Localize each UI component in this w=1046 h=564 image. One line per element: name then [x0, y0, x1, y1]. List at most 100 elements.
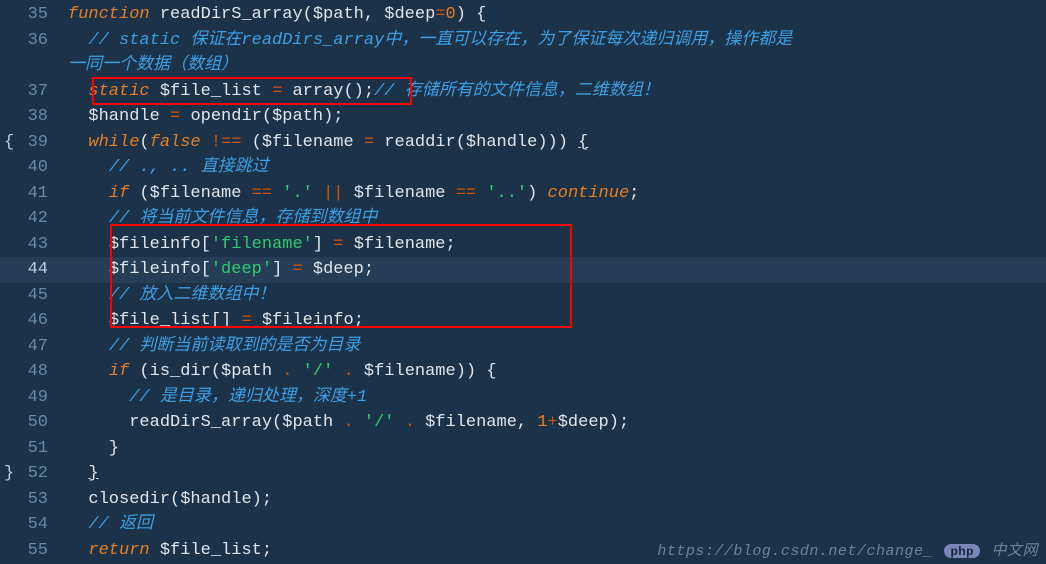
- punct-token: [68, 413, 129, 432]
- code-line[interactable]: function readDirS_array($path, $deep=0) …: [58, 2, 1046, 28]
- punct-token: [272, 362, 282, 381]
- code-area[interactable]: function readDirS_array($path, $deep=0) …: [58, 0, 1046, 564]
- punct-token: [282, 82, 292, 101]
- punct-token: [68, 311, 109, 330]
- code-line[interactable]: 一同一个数据（数组）: [58, 53, 1046, 79]
- code-line[interactable]: // 判断当前读取到的是否为目录: [58, 334, 1046, 360]
- code-line[interactable]: }: [58, 436, 1046, 462]
- func-token: readDirS_array: [160, 5, 303, 24]
- code-line[interactable]: }: [58, 461, 1046, 487]
- line-number: 36: [0, 28, 58, 54]
- punct-token: [343, 235, 353, 254]
- code-line[interactable]: // static 保证在readDirs_array中，一直可以存在，为了保证…: [58, 28, 1046, 54]
- string-token: '..': [486, 184, 527, 203]
- code-line[interactable]: closedir($handle);: [58, 487, 1046, 513]
- comment-token: // static 保证在readDirs_array中，一直可以存在，为了保证…: [88, 31, 792, 50]
- punct-token: [: [201, 260, 211, 279]
- punct-token: [150, 541, 160, 560]
- code-line[interactable]: readDirS_array($path . '/' . $filename, …: [58, 410, 1046, 436]
- var-token: $file_list: [109, 311, 211, 330]
- punct-token: [68, 388, 129, 407]
- punct-token: [68, 286, 109, 305]
- code-line[interactable]: $fileinfo['deep'] = $deep;: [58, 257, 1046, 283]
- punct-token: [262, 82, 272, 101]
- punct-token: [415, 413, 425, 432]
- string-token: '.': [282, 184, 313, 203]
- punct-token: ;: [446, 235, 456, 254]
- punct-token: );: [609, 413, 629, 432]
- op-token: =: [435, 5, 445, 24]
- op-token: .: [343, 413, 353, 432]
- comment-token: // 将当前文件信息，存储到数组中: [109, 209, 378, 228]
- punct-token: ): [527, 184, 547, 203]
- punct-token: [68, 158, 109, 177]
- code-line[interactable]: // 是目录，递归处理，深度+1: [58, 385, 1046, 411]
- code-editor[interactable]: 3536 373839{40414243444546474849505152}5…: [0, 0, 1046, 564]
- comment-token: // 判断当前读取到的是否为目录: [109, 337, 361, 356]
- punct-token: ]: [313, 235, 333, 254]
- op-token: =: [333, 235, 343, 254]
- comment-token: // 是目录，递归处理，深度+1: [129, 388, 367, 407]
- code-line[interactable]: return $file_list;: [58, 538, 1046, 564]
- num-token: 1: [537, 413, 547, 432]
- punct-token: [272, 184, 282, 203]
- line-number: [0, 53, 58, 79]
- line-number: 42: [0, 206, 58, 232]
- punct-token: [160, 107, 170, 126]
- comment-token: // 返回: [88, 515, 153, 534]
- punct-token: [303, 260, 313, 279]
- keyword-token: static: [88, 82, 149, 101]
- punct-token: ;: [364, 260, 374, 279]
- var-token: $filename: [425, 413, 517, 432]
- punct-token: [313, 184, 323, 203]
- op-token: .: [282, 362, 292, 381]
- punct-token: (: [139, 133, 149, 152]
- op-token: =: [241, 311, 251, 330]
- var-token: $handle: [180, 490, 251, 509]
- code-line[interactable]: while(false !== ($filename = readdir($ha…: [58, 130, 1046, 156]
- string-token: '/': [303, 362, 334, 381]
- string-token: 'deep': [211, 260, 272, 279]
- line-number: 48: [0, 359, 58, 385]
- punct-token: [68, 362, 109, 381]
- var-token: $filename: [364, 362, 456, 381]
- code-line[interactable]: // ., .. 直接跳过: [58, 155, 1046, 181]
- var-token: $deep: [384, 5, 435, 24]
- punct-token: [68, 107, 88, 126]
- code-line[interactable]: if ($filename == '.' || $filename == '..…: [58, 181, 1046, 207]
- punct-token: []: [211, 311, 242, 330]
- code-line[interactable]: // 返回: [58, 512, 1046, 538]
- comment-token: // 放入二维数组中！: [109, 286, 276, 305]
- punct-token: (: [211, 362, 221, 381]
- keyword-token: if: [109, 184, 129, 203]
- var-token: $file_list: [160, 541, 262, 560]
- comment-token: // 存储所有的文件信息，二维数组！: [374, 82, 660, 101]
- punct-token: [68, 490, 88, 509]
- code-line[interactable]: if (is_dir($path . '/' . $filename)) {: [58, 359, 1046, 385]
- keyword-token: return: [88, 541, 149, 560]
- punct-token: [354, 362, 364, 381]
- op-token: ||: [323, 184, 343, 203]
- punct-token: [333, 362, 343, 381]
- code-line[interactable]: static $file_list = array();// 存储所有的文件信息…: [58, 79, 1046, 105]
- code-line[interactable]: $fileinfo['filename'] = $filename;: [58, 232, 1046, 258]
- line-number: 51: [0, 436, 58, 462]
- var-token: $path: [313, 5, 364, 24]
- string-token: '/': [364, 413, 395, 432]
- op-token: .: [343, 362, 353, 381]
- code-line[interactable]: $handle = opendir($path);: [58, 104, 1046, 130]
- op-token: .: [405, 413, 415, 432]
- code-line[interactable]: // 将当前文件信息，存储到数组中: [58, 206, 1046, 232]
- line-number: 37: [0, 79, 58, 105]
- punct-token: );: [252, 490, 272, 509]
- code-line[interactable]: $file_list[] = $fileinfo;: [58, 308, 1046, 334]
- punct-token: [241, 184, 251, 203]
- var-token: $fileinfo: [109, 260, 201, 279]
- line-number-gutter: 3536 373839{40414243444546474849505152}5…: [0, 0, 58, 564]
- punct-token: [343, 184, 353, 203]
- var-token: $path: [282, 413, 333, 432]
- punct-token: [150, 5, 160, 24]
- punct-token: ;: [629, 184, 639, 203]
- op-token: =: [364, 133, 374, 152]
- code-line[interactable]: // 放入二维数组中！: [58, 283, 1046, 309]
